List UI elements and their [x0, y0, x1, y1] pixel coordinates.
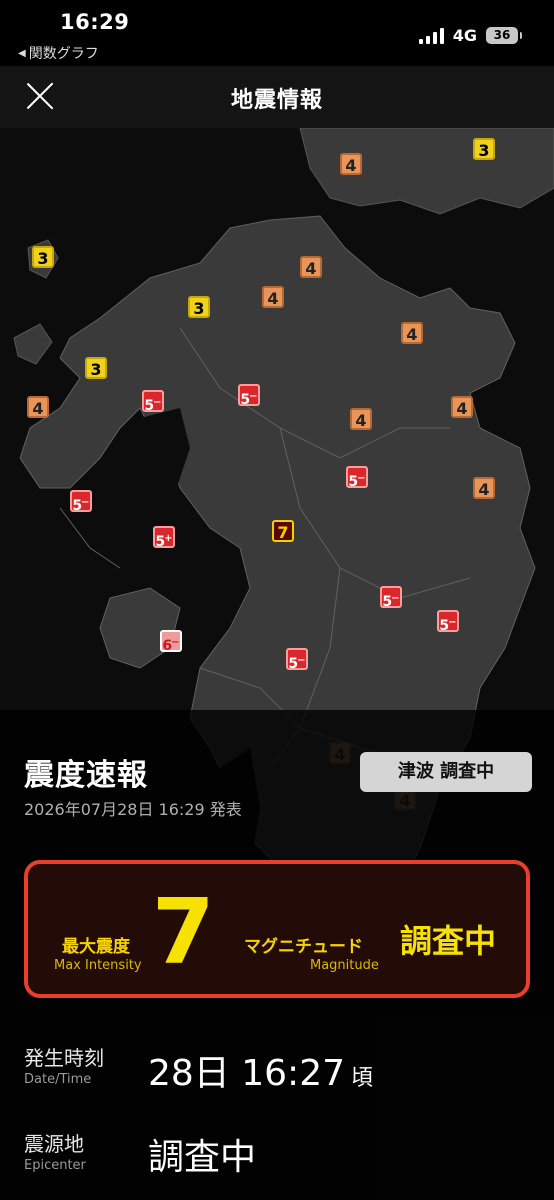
status-bar: 16:29 ◀ 関数グラフ 4G 36 — [0, 0, 554, 66]
intensity-marker[interactable]: 3 — [188, 296, 210, 318]
intensity-marker[interactable]: 5− — [380, 586, 402, 610]
battery-icon: 36 — [486, 27, 522, 44]
intensity-marker[interactable]: 6− — [160, 630, 182, 654]
back-to-app-link[interactable]: ◀ 関数グラフ — [18, 43, 99, 63]
network-type: 4G — [452, 26, 477, 45]
epicenter-label: 震源地 — [24, 1132, 84, 1156]
intensity-marker[interactable]: 4 — [262, 286, 284, 308]
intensity-marker[interactable]: 5− — [346, 466, 368, 490]
max-intensity-label-en: Max Intensity — [54, 958, 142, 973]
magnitude-label-en: Magnitude — [310, 958, 379, 973]
summary-card: 最大震度 Max Intensity 7 マグニチュード Magnitude 調… — [24, 860, 530, 998]
back-arrow-icon: ◀ — [18, 47, 26, 59]
signal-icon — [418, 27, 444, 44]
intensity-marker[interactable]: 4 — [300, 256, 322, 278]
intensity-marker[interactable]: 5− — [238, 384, 260, 408]
tsunami-badge[interactable]: 津波 調査中 — [360, 752, 532, 792]
intensity-marker[interactable]: 3 — [85, 357, 107, 379]
occurrence-label: 発生時刻 — [24, 1046, 104, 1070]
intensity-marker[interactable]: 4 — [401, 322, 423, 344]
max-intensity-label: 最大震度 — [62, 937, 130, 957]
published-time: 2026年07月28日 16:29 発表 — [24, 800, 242, 819]
earthquake-info-panel: 震度速報 2026年07月28日 16:29 発表 津波 調査中 最大震度 Ma… — [0, 710, 554, 1200]
intensity-marker[interactable]: 4 — [350, 408, 372, 430]
max-intensity-value: 7 — [152, 880, 215, 985]
intensity-marker[interactable]: 5− — [437, 610, 459, 634]
intensity-marker[interactable]: 4 — [27, 396, 49, 418]
magnitude-value: 調査中 — [400, 922, 497, 960]
epicenter-label-en: Epicenter — [24, 1158, 86, 1173]
magnitude-label: マグニチュード — [244, 937, 363, 957]
title-bar: 地震情報 — [0, 66, 554, 128]
occurrence-suffix: 頃 — [351, 1066, 374, 1091]
back-app-label: 関数グラフ — [28, 46, 99, 62]
intensity-marker[interactable]: 7 — [272, 520, 294, 542]
panel-heading: 震度速報 — [24, 758, 148, 793]
occurrence-label-en: Date/Time — [24, 1072, 92, 1087]
intensity-marker[interactable]: 5− — [286, 648, 308, 672]
intensity-marker[interactable]: 5− — [142, 390, 164, 414]
occurrence-value: 28日 16:27 — [148, 1053, 345, 1094]
intensity-marker[interactable]: 4 — [473, 477, 495, 499]
epicenter-value: 調査中 — [148, 1137, 257, 1178]
clock: 16:29 — [60, 10, 130, 34]
page-title: 地震情報 — [230, 88, 323, 113]
intensity-marker[interactable]: 3 — [32, 246, 54, 268]
intensity-marker[interactable]: 4 — [451, 396, 473, 418]
intensity-marker[interactable]: 5− — [70, 490, 92, 514]
intensity-marker[interactable]: 4 — [340, 153, 362, 175]
intensity-marker[interactable]: 3 — [473, 138, 495, 160]
intensity-marker[interactable]: 5+ — [153, 526, 175, 550]
occurrence-value-row: 28日 16:27 頃 — [148, 1044, 373, 1096]
